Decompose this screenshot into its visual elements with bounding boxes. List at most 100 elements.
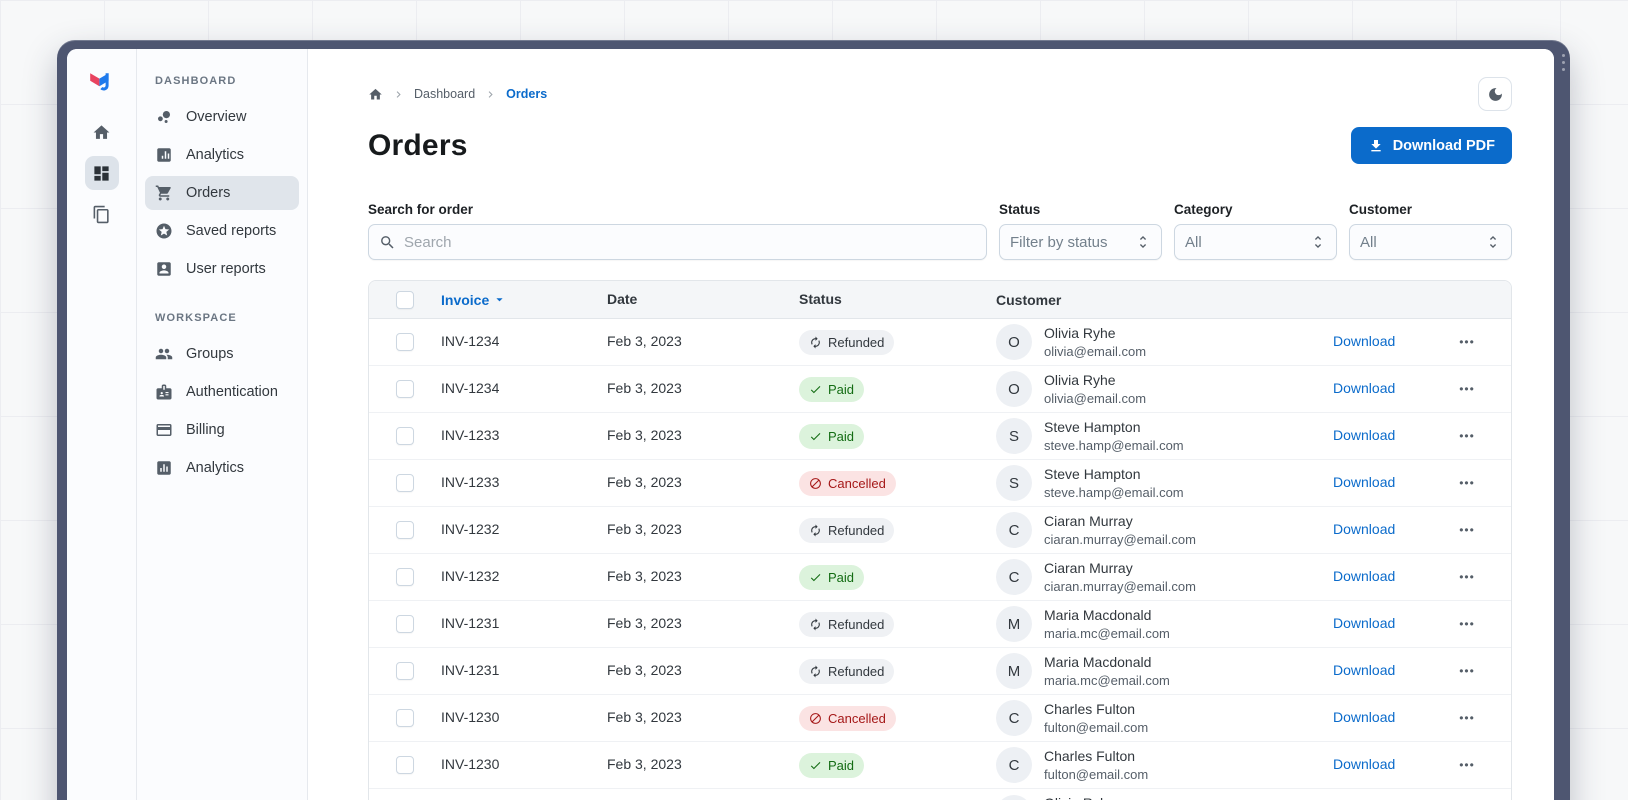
download-link[interactable]: Download <box>1333 380 1395 396</box>
home-icon[interactable] <box>368 87 383 102</box>
download-link[interactable]: Download <box>1333 756 1395 772</box>
status-filter-select[interactable]: Filter by status <box>999 224 1162 260</box>
sidebar-item-authentication[interactable]: Authentication <box>145 375 299 409</box>
sidebar-item-saved-reports[interactable]: Saved reports <box>145 214 299 248</box>
sidebar-item-billing[interactable]: Billing <box>145 413 299 447</box>
date-cell: Feb 3, 2023 <box>607 521 682 537</box>
row-checkbox[interactable] <box>396 615 414 633</box>
download-link[interactable]: Download <box>1333 474 1395 490</box>
rail-home-button[interactable] <box>85 115 119 149</box>
id-badge-icon <box>155 383 173 401</box>
download-link[interactable]: Download <box>1333 427 1395 443</box>
table-row: INV-1234 Feb 3, 2023 Refunded O Olivia R… <box>369 319 1511 366</box>
sidebar-item-overview[interactable]: Overview <box>145 100 299 134</box>
row-checkbox[interactable] <box>396 521 414 539</box>
download-pdf-button[interactable]: Download PDF <box>1350 127 1512 164</box>
row-checkbox[interactable] <box>396 380 414 398</box>
status-badge: Refunded <box>799 611 895 637</box>
search-input[interactable] <box>404 233 976 251</box>
customer-email: ciaran.murray@email.com <box>1044 578 1196 594</box>
row-checkbox[interactable] <box>396 427 414 445</box>
chevron-right-icon <box>484 88 497 101</box>
select-all-checkbox[interactable] <box>396 290 414 309</box>
unfold-more-icon <box>1485 234 1501 250</box>
sidebar-item-label: Groups <box>186 346 234 362</box>
customer-name: Maria Macdonald <box>1044 606 1152 623</box>
customer-name: Steve Hampton <box>1044 418 1141 435</box>
row-more-button[interactable]: ••• <box>1455 519 1479 541</box>
row-more-button[interactable]: ••• <box>1455 613 1479 635</box>
customer-name: Maria Macdonald <box>1044 653 1152 670</box>
table-row: INV-1231 Feb 3, 2023 Refunded M Maria Ma… <box>369 601 1511 648</box>
download-link[interactable]: Download <box>1333 709 1395 725</box>
theme-toggle-button[interactable] <box>1478 77 1512 111</box>
app-window: DASHBOARD Overview Analytics Orders Save… <box>57 40 1570 800</box>
date-cell: Feb 3, 2023 <box>607 427 682 443</box>
avatar: O <box>996 371 1032 407</box>
row-more-button[interactable]: ••• <box>1455 425 1479 447</box>
row-checkbox[interactable] <box>396 333 414 351</box>
row-checkbox[interactable] <box>396 568 414 586</box>
table-row: INV-1232 Feb 3, 2023 Refunded C Ciaran M… <box>369 507 1511 554</box>
invoice-cell: INV-1234 <box>441 333 500 349</box>
status-filter-label: Status <box>999 202 1041 217</box>
rail-dashboard-button[interactable] <box>84 156 119 190</box>
row-more-button[interactable]: ••• <box>1455 660 1479 682</box>
sidebar: DASHBOARD Overview Analytics Orders Save… <box>137 49 308 800</box>
download-link[interactable]: Download <box>1333 521 1395 537</box>
status-badge: Paid <box>799 564 865 590</box>
sidebar-item-label: Authentication <box>186 384 278 400</box>
sidebar-item-label: Analytics <box>186 460 245 476</box>
customer-name: Ciaran Murray <box>1044 512 1133 529</box>
download-link[interactable]: Download <box>1333 662 1395 678</box>
row-more-button[interactable]: ••• <box>1455 378 1479 400</box>
star-circle-icon <box>155 222 173 240</box>
orders-table: Invoice Date Status Customer INV-1234 Fe… <box>368 280 1512 800</box>
chevron-right-icon <box>392 88 405 101</box>
invoice-cell: INV-1233 <box>441 474 500 490</box>
bar-chart-icon <box>155 146 173 164</box>
row-checkbox[interactable] <box>396 474 414 492</box>
date-cell: Feb 3, 2023 <box>607 709 682 725</box>
rail-layers-button[interactable] <box>85 197 119 231</box>
sidebar-item-analytics-workspace[interactable]: Analytics <box>145 451 299 485</box>
download-link[interactable]: Download <box>1333 615 1395 631</box>
sidebar-item-user-reports[interactable]: User reports <box>145 252 299 286</box>
avatar: O <box>996 324 1032 360</box>
row-more-button[interactable]: ••• <box>1455 472 1479 494</box>
invoice-cell: INV-1230 <box>441 756 500 772</box>
row-more-button[interactable]: ••• <box>1455 754 1479 776</box>
customer-name: Steve Hampton <box>1044 465 1141 482</box>
autorenew-icon <box>809 524 822 537</box>
sidebar-item-groups[interactable]: Groups <box>145 337 299 371</box>
sidebar-item-analytics[interactable]: Analytics <box>145 138 299 172</box>
table-row: INV-1230 Feb 3, 2023 Cancelled C Charles… <box>369 695 1511 742</box>
category-filter-value: All <box>1185 233 1202 251</box>
sidebar-item-label: Overview <box>186 109 247 125</box>
status-badge: Paid <box>799 423 865 449</box>
row-more-button[interactable]: ••• <box>1455 707 1479 729</box>
sidebar-item-label: User reports <box>186 261 266 277</box>
download-link[interactable]: Download <box>1333 333 1395 349</box>
window-scroll-handle[interactable] <box>1562 54 1565 71</box>
row-checkbox[interactable] <box>396 756 414 774</box>
sidebar-item-orders[interactable]: Orders <box>145 176 299 210</box>
customer-email: steve.hamp@email.com <box>1044 484 1184 500</box>
avatar: C <box>996 559 1032 595</box>
invoice-cell: INV-1234 <box>441 380 500 396</box>
row-more-button[interactable]: ••• <box>1455 566 1479 588</box>
customer-filter-select[interactable]: All <box>1349 224 1512 260</box>
download-link[interactable]: Download <box>1333 568 1395 584</box>
row-more-button[interactable]: ••• <box>1455 331 1479 353</box>
column-header-invoice[interactable]: Invoice <box>441 292 607 308</box>
search-label: Search for order <box>368 202 474 217</box>
row-checkbox[interactable] <box>396 709 414 727</box>
category-filter-select[interactable]: All <box>1174 224 1337 260</box>
table-row: INV-1234 Feb 3, 2023 Paid O Olivia Ryhe … <box>369 366 1511 413</box>
table-row: INV-1233 Feb 3, 2023 Paid S Steve Hampto… <box>369 413 1511 460</box>
row-checkbox[interactable] <box>396 662 414 680</box>
moon-icon <box>1487 86 1504 103</box>
breadcrumb: Dashboard Orders <box>368 87 547 102</box>
breadcrumb-dashboard[interactable]: Dashboard <box>414 87 475 101</box>
customer-email: olivia@email.com <box>1044 343 1147 359</box>
